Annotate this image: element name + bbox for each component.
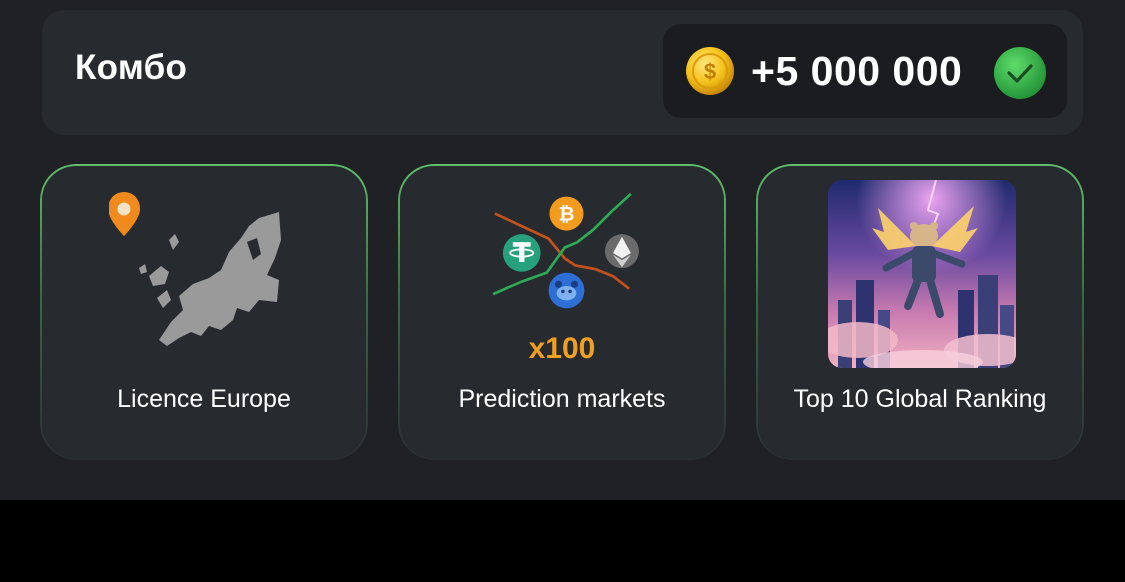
combo-card-prediction-markets[interactable]: ₿ x100 Prediction markets [398,164,726,460]
bottom-black-bar [0,500,1125,582]
app-screen: Комбо $ +5 000 000 Licence Europe ₿ x100… [0,0,1125,500]
card-label: Prediction markets [458,385,666,413]
multiplier-badge: x100 [528,332,596,365]
europe-map-icon [109,192,281,346]
combo-card-top-10-global-ranking[interactable]: Top 10 Global Ranking [756,164,1084,460]
svg-text:₿: ₿ [558,204,574,226]
svg-text:$: $ [704,59,716,84]
combo-reward-amount: +5 000 000 [751,48,963,94]
coin-icon: $ [686,47,734,95]
combo-title: Комбо [75,48,188,87]
combo-card-licence-europe[interactable]: Licence Europe [40,164,368,460]
combo-header: Комбо $ +5 000 000 [42,10,1083,135]
crypto-chart-icon: ₿ [492,192,639,309]
card-label: Licence Europe [117,385,291,413]
card-label: Top 10 Global Ranking [793,385,1047,413]
flying-hamster-image [828,180,1016,368]
check-icon [994,47,1046,99]
combo-reward-pill: $ +5 000 000 [663,24,1067,118]
